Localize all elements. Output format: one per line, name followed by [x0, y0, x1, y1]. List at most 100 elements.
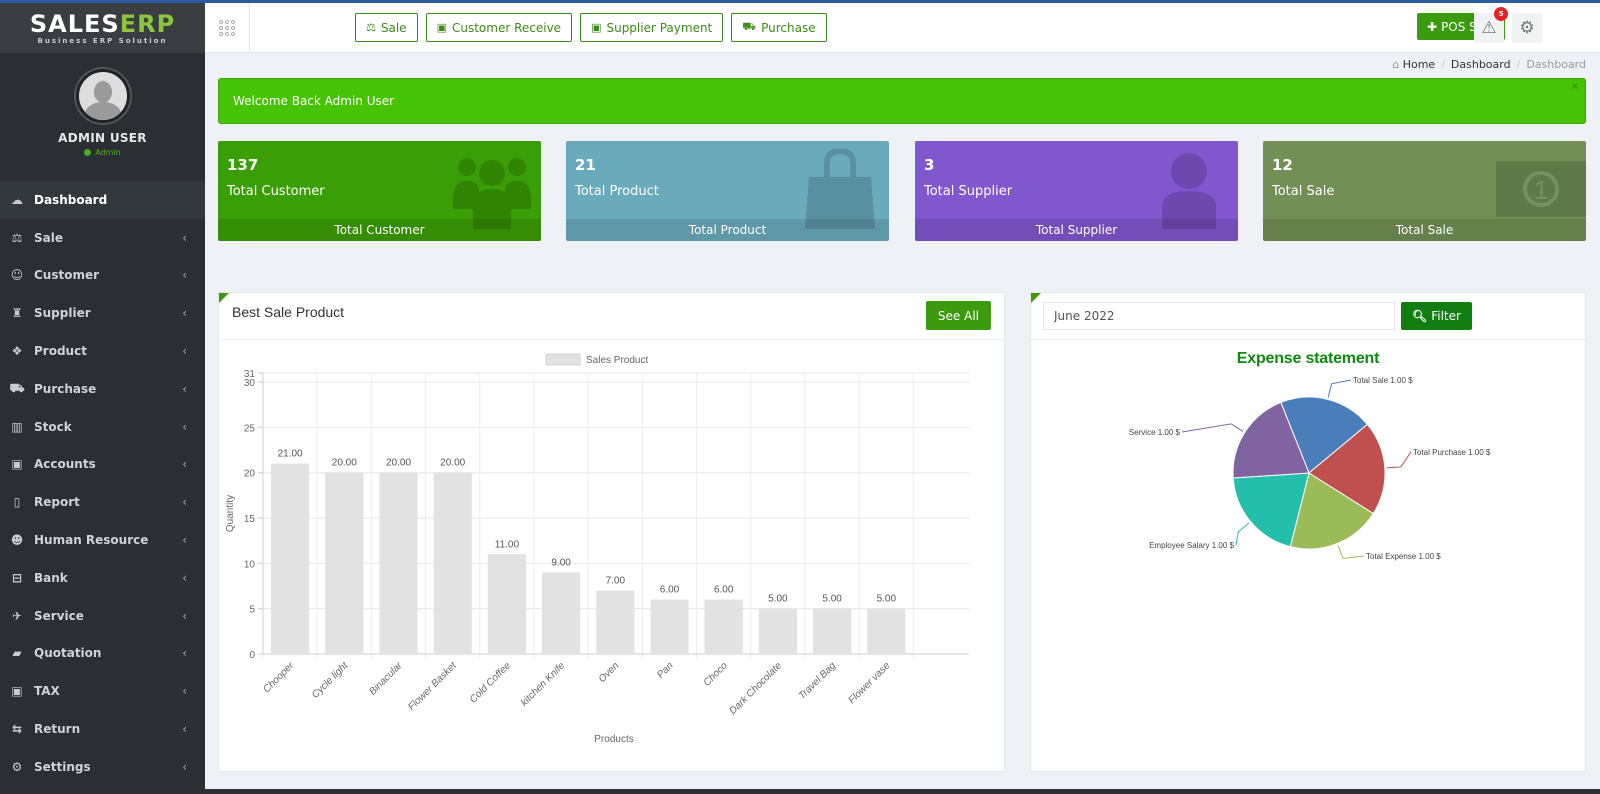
best-sale-panel: Best Sale Product See All Sales Product 0…	[218, 292, 1005, 772]
scale-icon: ⚖	[11, 230, 23, 245]
bar-value-label: 5.00	[822, 594, 842, 605]
y-tick-label: 15	[244, 514, 256, 525]
sidebar-item-product[interactable]: ❖ Product ‹	[0, 332, 205, 370]
sidebar-item-service[interactable]: ✈ Service ‹	[0, 597, 205, 635]
x-tick-label: Binacular	[367, 660, 405, 698]
avatar[interactable]	[75, 69, 130, 123]
divider	[1031, 339, 1585, 340]
see-all-button[interactable]: See All	[925, 301, 991, 330]
chevron-left-icon: ‹	[182, 230, 187, 245]
home-icon: ⌂	[1392, 58, 1400, 71]
product-icon: ❖	[11, 344, 23, 359]
bar-value-label: 6.00	[660, 585, 680, 596]
chevron-left-icon: ‹	[182, 419, 187, 434]
sidebar-item-customer[interactable]: ☺ Customer ‹	[0, 257, 205, 295]
pie-slice-label: Service 1.00 $	[1129, 428, 1181, 437]
stat-card-total-customer[interactable]: 137 Total Customer Total Customer	[218, 141, 541, 241]
chevron-left-icon: ‹	[182, 646, 187, 661]
month-input[interactable]	[1043, 302, 1395, 330]
book-icon: ▯	[13, 495, 21, 510]
sidebar-item-human-resource[interactable]: ☻ Human Resource ‹	[0, 521, 205, 559]
quick-supplier-payment-button[interactable]: ▣ Supplier Payment	[580, 13, 724, 42]
quick-sale-button[interactable]: ⚖ Sale	[355, 13, 418, 42]
chevron-left-icon: ‹	[182, 306, 187, 321]
stat-footer-link[interactable]: Total Customer	[218, 219, 541, 241]
sidebar-item-label: Stock	[34, 419, 72, 434]
bar-value-label: 21.00	[278, 449, 303, 460]
stat-footer-link[interactable]: Total Product	[566, 219, 889, 241]
sidebar-item-report[interactable]: ▯ Report ‹	[0, 483, 205, 521]
sidebar-item-quotation[interactable]: ▰ Quotation ‹	[0, 635, 205, 673]
sidebar: SALESERP Business ERP Solution ADMIN USE…	[0, 3, 205, 794]
bar-value-label: 6.00	[714, 585, 734, 596]
svg-text:1: 1	[1534, 175, 1548, 205]
quick-purchase-button[interactable]: ⛟ Purchase	[731, 13, 827, 42]
chevron-left-icon: ‹	[182, 495, 187, 510]
tax-icon: ▣	[11, 684, 23, 699]
sidebar-item-dashboard[interactable]: ☁ Dashboard	[0, 181, 205, 219]
sidebar-item-supplier[interactable]: ♜ Supplier ‹	[0, 294, 205, 332]
filter-button[interactable]: 🔍︎ Filter	[1401, 302, 1472, 330]
quick-customer-receive-button[interactable]: ▣ Customer Receive	[425, 13, 573, 42]
stat-card-total-product[interactable]: 21 Total Product Total Product	[566, 141, 889, 241]
stat-label: Total Product	[575, 184, 659, 199]
breadcrumb-current: Dashboard	[1526, 58, 1586, 71]
breadcrumb-dashboard[interactable]: Dashboard	[1451, 58, 1511, 71]
sidebar-item-bank[interactable]: ⊟ Bank ‹	[0, 559, 205, 597]
sidebar-item-label: Sale	[34, 230, 63, 245]
chevron-left-icon: ‹	[182, 457, 187, 472]
stat-value: 137	[227, 156, 259, 174]
dashboard-icon: ☁	[11, 192, 23, 207]
sidebar-item-stock[interactable]: ▥ Stock ‹	[0, 408, 205, 446]
user-role: Admin	[84, 148, 121, 157]
sidebar-item-accounts[interactable]: ▣ Accounts ‹	[0, 446, 205, 484]
user-icon	[1148, 149, 1230, 229]
sidebar-item-sale[interactable]: ⚖ Sale ‹	[0, 219, 205, 257]
stat-footer-link[interactable]: Total Sale	[1263, 219, 1586, 241]
sidebar-menu: ☁ Dashboard ⚖ Sale ‹ ☺ Customer ‹ ♜ Supplier ‹ ❖ Pro…	[0, 181, 205, 786]
x-tick-label: Travel Bag	[797, 660, 839, 702]
legend-swatch	[545, 353, 581, 366]
x-axis-title: Products	[594, 734, 633, 745]
legend-label: Sales Product	[586, 355, 648, 366]
sidebar-item-tax[interactable]: ▣ TAX ‹	[0, 672, 205, 710]
banknote-icon: 1	[1496, 149, 1586, 229]
online-status-icon	[84, 149, 92, 156]
sidebar-item-return[interactable]: ⇆ Return ‹	[0, 710, 205, 748]
taskbar-strip	[205, 789, 1600, 794]
pie-slice-label: Total Expense 1.00 $	[1366, 552, 1441, 561]
welcome-message: Welcome Back Admin User	[233, 94, 395, 108]
apps-grid-icon	[219, 20, 235, 36]
pie-leader-line	[1386, 451, 1412, 469]
stat-card-total-supplier[interactable]: 3 Total Supplier Total Supplier	[915, 141, 1238, 241]
apps-grid-button[interactable]	[205, 3, 250, 53]
stat-card-total-sale[interactable]: 1 12 Total Sale Total Sale	[1263, 141, 1586, 241]
bar	[758, 608, 797, 654]
y-tick-label: 5	[249, 605, 255, 616]
sidebar-item-label: Quotation	[34, 646, 102, 661]
settings-button[interactable]: ⚙	[1512, 13, 1542, 43]
sidebar-item-label: Dashboard	[34, 192, 108, 207]
logo[interactable]: SALESERP Business ERP Solution	[0, 3, 205, 53]
sidebar-item-label: Supplier	[34, 306, 91, 321]
money-icon: ▣	[591, 21, 602, 34]
bar	[542, 572, 581, 654]
stat-footer-link[interactable]: Total Supplier	[915, 219, 1238, 241]
supplier-icon: ♜	[11, 306, 23, 321]
panel-corner-marker	[219, 293, 229, 303]
chevron-left-icon: ‹	[182, 759, 187, 774]
bank-icon: ⊟	[11, 570, 23, 585]
stat-label: Total Supplier	[924, 184, 1013, 199]
y-tick-label: 0	[249, 650, 255, 661]
pie-chart: Total Sale 1.00 $ Total Purchase 1.00 $ To…	[1129, 376, 1491, 561]
cart-icon: ⛟	[742, 20, 757, 33]
close-icon[interactable]: ×	[1571, 81, 1579, 92]
scale-icon: ⚖	[366, 21, 376, 34]
breadcrumb-home[interactable]: ⌂ Home	[1392, 58, 1435, 71]
sidebar-item-settings[interactable]: ⚙ Settings ‹	[0, 748, 205, 786]
notifications-button[interactable]: ⚠ 5	[1474, 7, 1508, 43]
bar	[325, 472, 364, 654]
user-name: ADMIN USER	[58, 131, 147, 145]
stock-icon: ▥	[11, 419, 23, 434]
sidebar-item-purchase[interactable]: ⛟ Purchase ‹	[0, 370, 205, 408]
